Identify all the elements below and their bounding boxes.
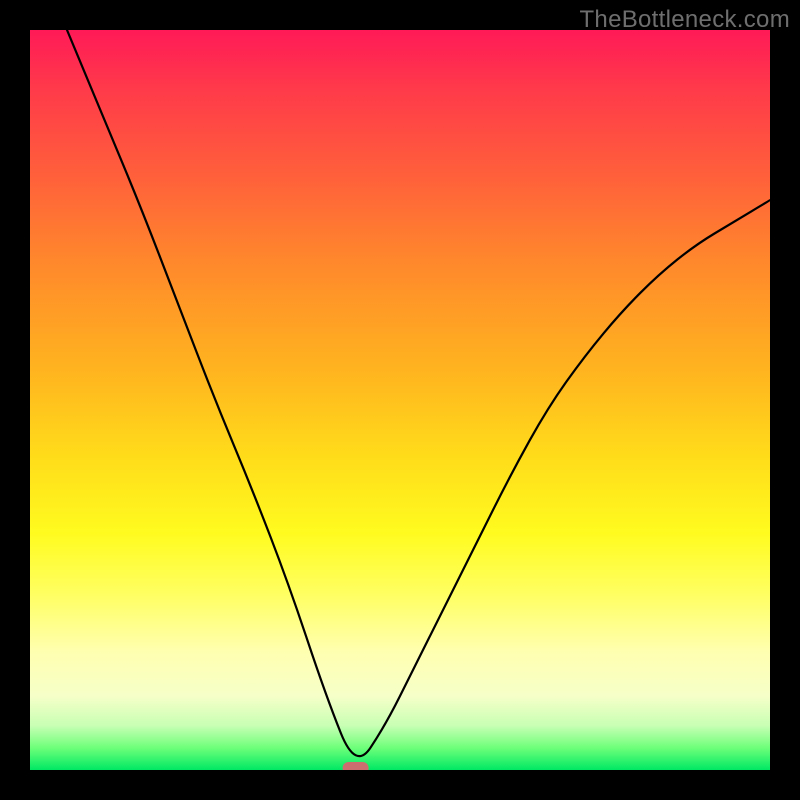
bottleneck-curve — [67, 30, 770, 756]
watermark-text: TheBottleneck.com — [579, 6, 790, 34]
chart-svg — [30, 30, 770, 770]
chart-frame: TheBottleneck.com — [0, 0, 800, 800]
optimal-marker — [343, 762, 369, 770]
plot-area — [30, 30, 770, 770]
